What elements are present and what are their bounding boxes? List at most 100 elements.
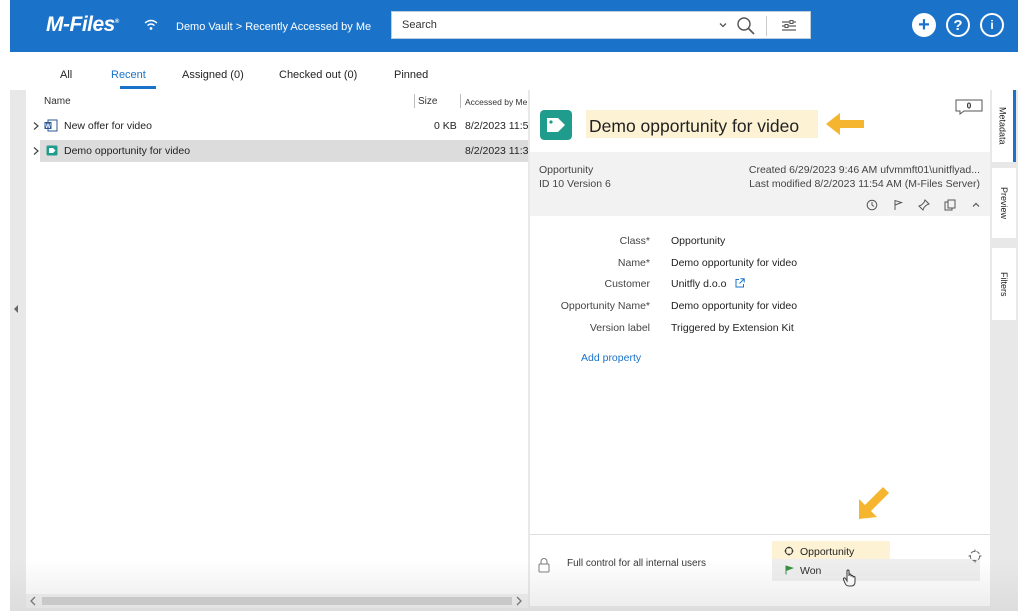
- view-tabs: All Recent Assigned (0) Checked out (0) …: [10, 52, 1018, 90]
- property-value[interactable]: Demo opportunity for video: [671, 257, 797, 269]
- search-icon[interactable]: [736, 16, 756, 36]
- tab-filters-label: Filters: [999, 271, 1009, 297]
- created-info: Created 6/29/2023 9:46 AM ufvmmft01\unit…: [748, 164, 980, 176]
- item-name: New offer for video: [64, 120, 152, 132]
- search-filter-icon[interactable]: [781, 19, 797, 33]
- search-bar: [391, 11, 811, 39]
- workflow-icon: [784, 546, 794, 556]
- tab-preview-label: Preview: [999, 186, 1009, 219]
- item-accessed: 8/2/2023 11:5: [465, 120, 528, 132]
- tab-recent[interactable]: Recent: [111, 69, 146, 81]
- comment-icon[interactable]: 0: [954, 99, 984, 115]
- state-name: Won: [800, 565, 822, 577]
- add-icon[interactable]: +: [912, 13, 936, 37]
- column-divider[interactable]: [460, 94, 461, 108]
- column-header-name[interactable]: Name: [44, 96, 71, 107]
- column-divider[interactable]: [414, 94, 415, 108]
- chevron-right-icon[interactable]: [32, 121, 40, 131]
- property-row[interactable]: Class* Opportunity: [530, 232, 990, 252]
- collapse-pane-icon[interactable]: [12, 304, 20, 314]
- search-input[interactable]: [392, 13, 702, 37]
- object-title-area: Demo opportunity for video 0: [530, 90, 990, 152]
- tab-preview[interactable]: Preview: [992, 168, 1016, 238]
- side-tabs: Metadata Preview Filters: [990, 90, 1018, 606]
- workflow-name: Opportunity: [800, 546, 855, 558]
- vault-connection-icon: [144, 19, 158, 30]
- left-gutter: [10, 90, 26, 596]
- help-icon[interactable]: ?: [946, 13, 970, 37]
- property-row[interactable]: Version label Triggered by Extension Kit: [530, 319, 990, 339]
- object-list: Name Size Accessed by Me W New offer for…: [26, 90, 528, 596]
- state-field[interactable]: Won: [784, 565, 821, 577]
- metadata-pane: Demo opportunity for video 0 Opportunity…: [530, 90, 990, 606]
- metadata-footer: Full control for all internal users Oppo…: [530, 487, 990, 606]
- add-property-link[interactable]: Add property: [581, 352, 641, 364]
- top-bar: M-Files® Demo Vault > Recently Accessed …: [10, 0, 1018, 52]
- copy-icon[interactable]: [944, 199, 956, 211]
- property-row[interactable]: Customer Unitfly d.o.o: [530, 275, 990, 295]
- tab-filters[interactable]: Filters: [992, 248, 1016, 320]
- permissions-label[interactable]: Full control for all internal users: [567, 558, 706, 569]
- info-icon[interactable]: i: [980, 13, 1004, 37]
- horizontal-scrollbar[interactable]: [26, 594, 528, 608]
- workflow-field[interactable]: Opportunity: [784, 546, 854, 558]
- search-divider: [766, 16, 767, 36]
- open-link-icon[interactable]: [735, 278, 746, 288]
- pin-icon[interactable]: [918, 199, 930, 211]
- property-label: Customer: [604, 278, 650, 290]
- property-row[interactable]: Opportunity Name* Demo opportunity for v…: [530, 297, 990, 317]
- property-label: Class*: [619, 235, 650, 247]
- tab-assigned[interactable]: Assigned (0): [182, 69, 244, 81]
- annotation-arrow-icon: [826, 113, 864, 135]
- object-toolbar: [530, 194, 990, 216]
- column-header-accessed[interactable]: Accessed by Me: [465, 97, 527, 107]
- flag-icon[interactable]: [892, 199, 904, 211]
- tab-pinned[interactable]: Pinned: [394, 69, 428, 81]
- word-document-icon: W: [44, 119, 58, 132]
- tab-metadata-label: Metadata: [997, 107, 1008, 145]
- chevron-down-icon[interactable]: [718, 20, 728, 30]
- property-value[interactable]: Opportunity: [671, 235, 725, 247]
- column-header-size[interactable]: Size: [418, 96, 437, 107]
- property-label: Name*: [617, 257, 650, 269]
- list-item[interactable]: W New offer for video 0 KB 8/2/2023 11:5: [26, 115, 528, 137]
- annotation-arrow-icon: [859, 487, 889, 519]
- property-label: Opportunity Name*: [560, 300, 650, 312]
- opportunity-icon: [540, 110, 572, 140]
- object-id-version: ID 10 Version 6: [539, 178, 611, 190]
- hand-cursor-icon: [842, 569, 856, 587]
- property-label: Version label: [589, 322, 650, 334]
- svg-text:W: W: [45, 124, 51, 130]
- history-icon[interactable]: [866, 199, 878, 211]
- tab-checked-out[interactable]: Checked out (0): [279, 69, 357, 81]
- object-title[interactable]: Demo opportunity for video: [589, 116, 799, 137]
- list-header: Name Size Accessed by Me: [26, 90, 528, 112]
- comment-count: 0: [967, 102, 972, 111]
- object-info: Opportunity ID 10 Version 6 Created 6/29…: [530, 152, 990, 194]
- list-item-selected[interactable]: Demo opportunity for video 8/2/2023 11:3: [33, 140, 528, 162]
- property-value[interactable]: Triggered by Extension Kit: [671, 322, 794, 334]
- breadcrumb[interactable]: Demo Vault > Recently Accessed by Me: [176, 21, 371, 33]
- item-accessed: 8/2/2023 11:3: [465, 145, 528, 157]
- tab-metadata[interactable]: Metadata: [992, 90, 1016, 162]
- property-value-customer[interactable]: Unitfly d.o.o: [671, 278, 746, 290]
- opportunity-icon: [46, 145, 58, 156]
- chevron-right-icon[interactable]: [32, 146, 40, 156]
- property-value[interactable]: Demo opportunity for video: [671, 300, 797, 312]
- property-value[interactable]: Unitfly d.o.o: [671, 278, 726, 290]
- scroll-left-icon[interactable]: [29, 596, 37, 606]
- chevron-up-icon[interactable]: [970, 199, 982, 211]
- item-name: Demo opportunity for video: [64, 145, 191, 157]
- app-logo[interactable]: M-Files®: [46, 13, 119, 37]
- property-row[interactable]: Name* Demo opportunity for video: [530, 254, 990, 274]
- object-class: Opportunity: [539, 164, 594, 176]
- state-flag-icon: [785, 565, 794, 575]
- workflow-state-icon[interactable]: [968, 549, 982, 563]
- modified-info: Last modified 8/2/2023 11:54 AM (M-Files…: [749, 178, 980, 190]
- tab-all[interactable]: All: [60, 69, 72, 81]
- top-icons: + ? i: [912, 13, 1004, 37]
- scrollbar-thumb[interactable]: [42, 597, 512, 605]
- item-size: 0 KB: [434, 120, 457, 132]
- scroll-right-icon[interactable]: [515, 596, 523, 606]
- lock-icon[interactable]: [538, 557, 550, 573]
